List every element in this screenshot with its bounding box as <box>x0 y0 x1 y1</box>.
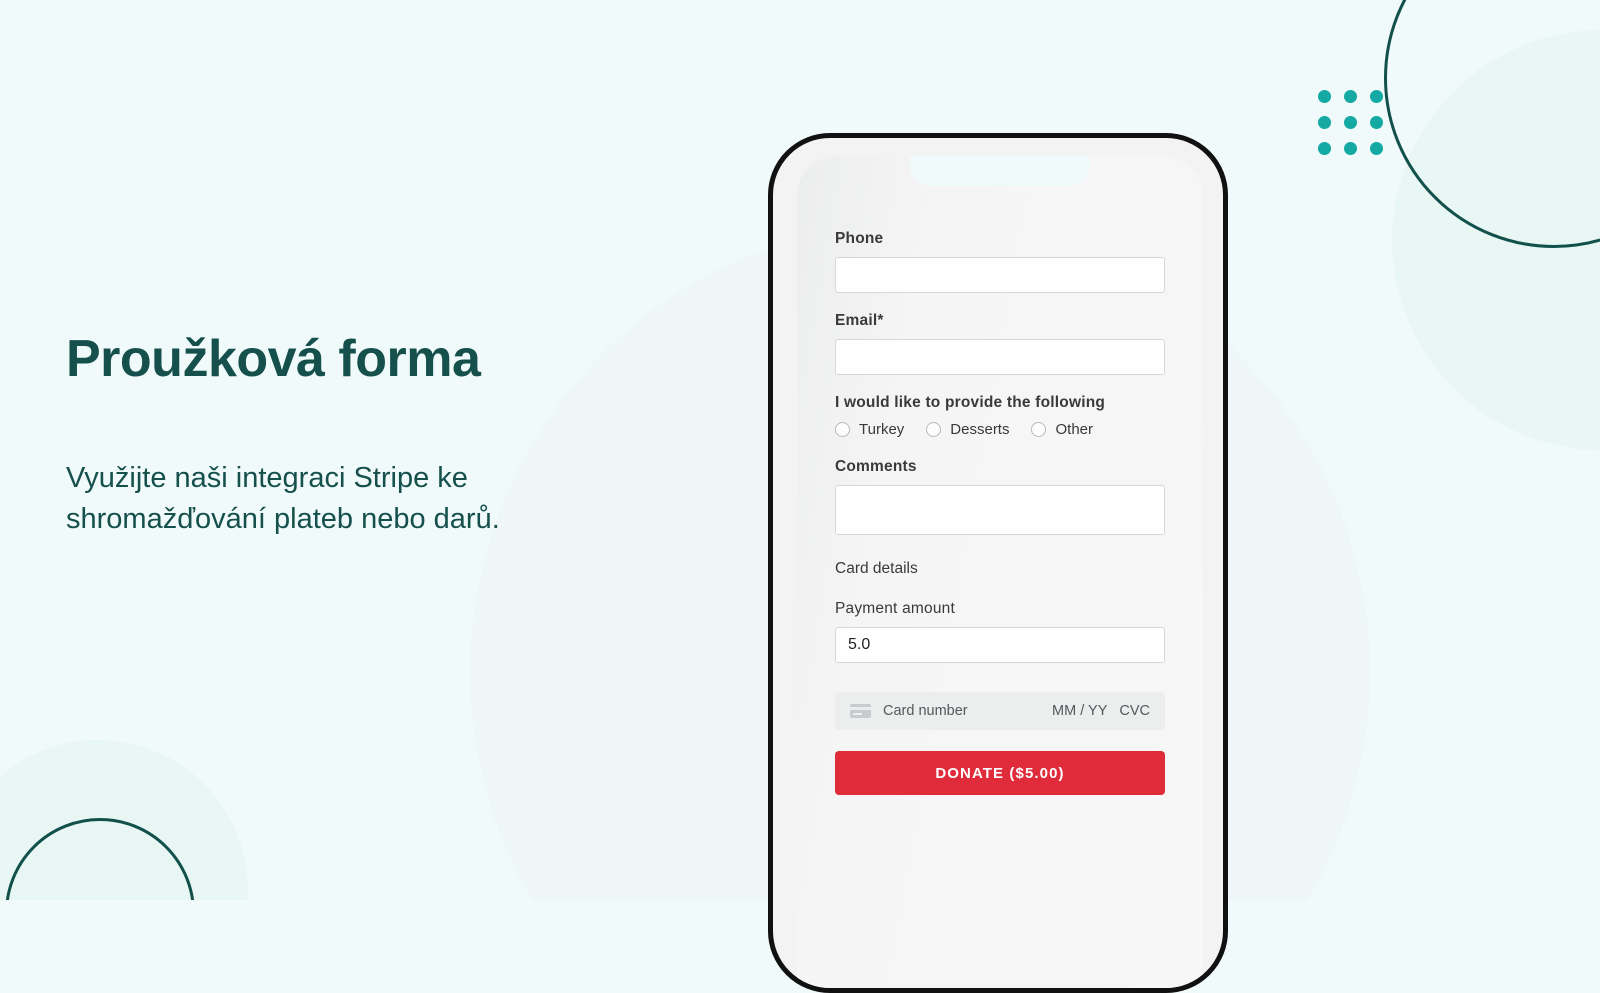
radio-circle-icon[interactable] <box>835 422 850 437</box>
radio-option-desserts[interactable]: Desserts <box>926 421 1009 438</box>
mint-circle-bottom-left <box>0 740 248 900</box>
radio-label-desserts: Desserts <box>950 421 1010 438</box>
phone-field-label: Phone <box>835 230 884 247</box>
dot-grid-icon <box>1318 90 1383 155</box>
radio-circle-icon[interactable] <box>1031 422 1047 437</box>
page-subtitle: Využijte naši integraci Stripe ke shroma… <box>66 462 500 536</box>
radio-group: Turkey Desserts Other <box>835 421 1165 438</box>
phone-screen: Phone Email* I would like to provide the… <box>797 156 1203 988</box>
stripe-card-row[interactable]: Card number MM / YY CVC <box>835 692 1165 730</box>
circle-outline-icon-top-right <box>1384 0 1600 248</box>
card-expiry-input[interactable]: MM / YY <box>1052 703 1107 719</box>
phone-input[interactable] <box>835 257 1165 293</box>
email-input[interactable] <box>835 339 1165 375</box>
payment-amount-input[interactable] <box>835 627 1165 663</box>
email-field-label: Email* <box>835 312 884 329</box>
page-title: Proužková forma <box>66 330 481 388</box>
radio-group-label: I would like to provide the following <box>835 394 1106 411</box>
card-details-label: Card details <box>835 560 918 577</box>
donation-form: Phone Email* I would like to provide the… <box>835 230 1165 795</box>
phone-notch <box>910 156 1090 186</box>
circle-outline-icon-bottom-left <box>5 818 195 900</box>
card-cvc-input[interactable]: CVC <box>1119 703 1150 719</box>
payment-amount-label: Payment amount <box>835 600 955 617</box>
donate-button[interactable]: DONATE ($5.00) <box>835 751 1165 795</box>
comments-field-label: Comments <box>835 458 917 475</box>
comments-textarea[interactable] <box>835 485 1165 535</box>
mint-circle-top-right <box>1392 30 1600 450</box>
card-number-input[interactable]: Card number <box>883 703 1052 719</box>
radio-option-turkey[interactable]: Turkey <box>835 421 904 438</box>
radio-option-other[interactable]: Other <box>1031 421 1093 438</box>
phone-mockup: Phone Email* I would like to provide the… <box>768 133 1228 993</box>
radio-circle-icon[interactable] <box>926 422 942 437</box>
radio-label-turkey: Turkey <box>859 421 905 438</box>
radio-label-other: Other <box>1055 421 1093 438</box>
credit-card-icon <box>850 704 871 718</box>
hero-copy: Proužková forma Využijte naši integraci … <box>66 330 706 541</box>
